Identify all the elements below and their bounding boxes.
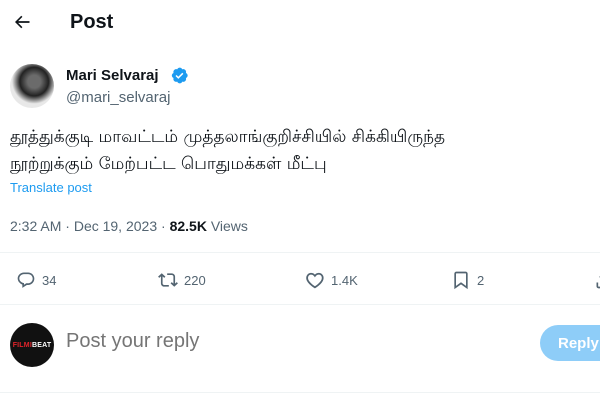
comment-icon: [17, 272, 35, 288]
bookmark-count: 2: [477, 272, 485, 288]
post-text-line: தூத்துக்குடி மாவட்டம் முத்தலாங்குறிச்சிய…: [10, 127, 446, 147]
arrow-left-icon: [15, 15, 30, 29]
repost-action-button[interactable]: 220: [158, 268, 206, 292]
author-handle[interactable]: @mari_selvaraj: [66, 89, 170, 106]
top-bar: Post: [0, 0, 600, 48]
back-button[interactable]: [8, 8, 36, 36]
like-count: 1.4K: [331, 272, 358, 288]
bookmark-action-button[interactable]: 2: [451, 268, 484, 292]
views-count: 82.5K: [169, 218, 207, 234]
divider: [0, 392, 600, 393]
post-date[interactable]: Dec 19, 2023: [74, 218, 157, 234]
reply-input[interactable]: [66, 330, 506, 353]
divider: [0, 304, 600, 305]
reply-action-button[interactable]: 34: [16, 268, 56, 292]
current-user-avatar[interactable]: FILMIBEAT: [10, 323, 54, 367]
verified-badge-icon[interactable]: [170, 66, 189, 85]
bookmark-icon: [454, 271, 468, 290]
heart-icon: [306, 272, 324, 289]
post-text: தூத்துக்குடி மாவட்டம் முத்தலாங்குறிச்சிய…: [10, 124, 590, 178]
repost-icon: [158, 273, 178, 287]
reply-submit-button[interactable]: Reply: [540, 325, 600, 361]
post-time[interactable]: 2:32 AM: [10, 218, 61, 234]
reply-count: 34: [42, 272, 57, 288]
like-action-button[interactable]: 1.4K: [305, 268, 358, 292]
views-label: Views: [210, 218, 248, 234]
post-meta: 2:32 AM · Dec 19, 2023 · 82.5K Views: [10, 218, 248, 234]
post-text-line: நூற்றுக்கும் மேற்பட்ட பொதுமக்கள் மீட்பு: [10, 154, 327, 174]
translate-post-link[interactable]: Translate post: [10, 180, 92, 195]
separator-dot: ·: [161, 218, 170, 234]
avatar-logo-text: FILMIBEAT: [12, 341, 52, 349]
author-avatar[interactable]: [10, 64, 54, 108]
share-icon: [596, 276, 600, 289]
page-title: Post: [70, 11, 114, 33]
repost-count: 220: [184, 272, 206, 288]
separator-dot: ·: [65, 218, 74, 234]
author-name[interactable]: Mari Selvaraj: [66, 67, 159, 84]
share-action-button[interactable]: [594, 268, 600, 292]
divider: [0, 252, 600, 253]
